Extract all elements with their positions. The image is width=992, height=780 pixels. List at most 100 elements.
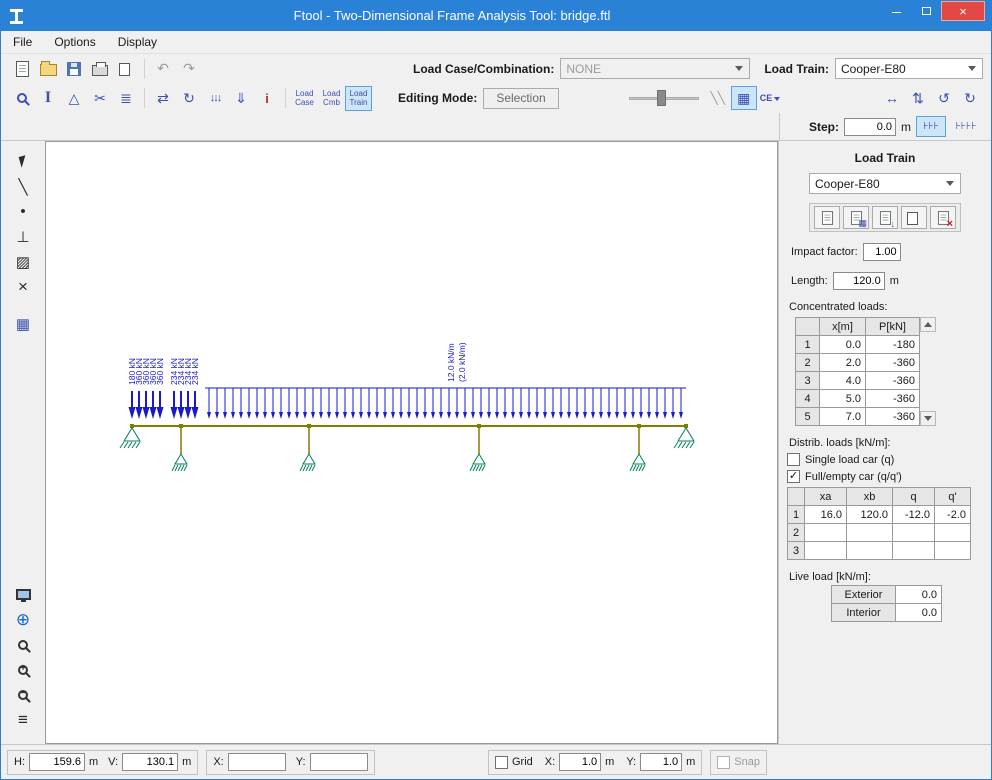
x-cell[interactable]: 7.0: [819, 407, 866, 426]
p-cell[interactable]: -360: [865, 353, 920, 372]
print-button[interactable]: [87, 57, 113, 81]
selection-mode-button[interactable]: Selection: [483, 87, 559, 109]
p-cell[interactable]: -360: [865, 389, 920, 408]
table-row[interactable]: 5 7.0 -360: [795, 407, 920, 426]
close-button[interactable]: ×: [941, 1, 985, 21]
copy-train-button[interactable]: [901, 206, 927, 229]
rotate-ccw-button[interactable]: ↺: [931, 86, 957, 110]
p-cell[interactable]: -360: [865, 407, 920, 426]
slider-thumb[interactable]: [656, 90, 666, 106]
train-select-combo[interactable]: Cooper-E80: [809, 173, 961, 194]
keyboard-input-button[interactable]: ▦: [9, 311, 37, 336]
xb-cell[interactable]: 120.0: [846, 505, 893, 524]
table-row[interactable]: Interior 0.0: [831, 603, 942, 622]
xb-cell[interactable]: [846, 523, 893, 542]
x-coord-input[interactable]: [227, 753, 286, 771]
section-properties-button[interactable]: I: [35, 86, 61, 110]
snap-checkbox[interactable]: [717, 755, 731, 769]
hinge-tool-button[interactable]: ✂: [87, 86, 113, 110]
intermediate-support[interactable]: [302, 453, 316, 465]
h-extent-input[interactable]: [29, 753, 85, 771]
load-case-mode-button[interactable]: Load Case: [291, 86, 318, 111]
linear-load-button[interactable]: ⇓: [228, 86, 254, 110]
display-options-button[interactable]: [9, 582, 37, 607]
copy-button[interactable]: [113, 57, 139, 81]
grid-x-input[interactable]: [559, 753, 602, 771]
table-row[interactable]: 1 0.0 -180: [795, 335, 920, 354]
nodal-load-button[interactable]: ⇄: [150, 86, 176, 110]
table-row[interactable]: 1 16.0 120.0 -12.0 -2.0: [787, 505, 971, 524]
intermediate-support[interactable]: [632, 453, 646, 465]
x-cell[interactable]: 5.0: [819, 389, 866, 408]
load-case-combo[interactable]: NONE: [560, 58, 751, 79]
save-button[interactable]: [61, 57, 87, 81]
rotate-cw-button[interactable]: ↻: [957, 86, 983, 110]
load-train-mode-button[interactable]: Load Train: [345, 85, 372, 111]
transform-grid-button[interactable]: ▦: [730, 86, 757, 110]
single-load-car-checkbox[interactable]: Single load car (q): [779, 453, 991, 466]
redo-button[interactable]: ↷: [176, 57, 202, 81]
zoom-in-button[interactable]: +: [9, 657, 37, 682]
table-row[interactable]: 4 5.0 -360: [795, 389, 920, 408]
menu-display[interactable]: Display: [118, 35, 157, 49]
delete-tool-button[interactable]: ×: [9, 274, 37, 299]
dimension-tool-button[interactable]: ⊥: [9, 224, 37, 249]
world-view-button[interactable]: ⊕: [9, 607, 37, 632]
p-cell[interactable]: -180: [865, 335, 920, 354]
structure-canvas[interactable]: 180 kN 360 kN 360 kN 360 kN 360 kN 234 kN 234 …: [45, 141, 778, 744]
step-mode-1-button[interactable]: ⊦⊦⊦: [916, 116, 946, 137]
xa-cell[interactable]: [804, 541, 847, 560]
grid-y-input[interactable]: [640, 753, 683, 771]
table-row[interactable]: 3: [787, 541, 971, 560]
scroll-track[interactable]: [920, 332, 936, 411]
step-mode-2-button[interactable]: ⊦⊦⊦⊦: [951, 116, 981, 137]
grid-checkbox[interactable]: [494, 755, 508, 769]
open-file-button[interactable]: [35, 57, 61, 81]
hatch-tool-button[interactable]: ▨: [9, 249, 37, 274]
load-cmb-mode-button[interactable]: Load Cmb: [318, 86, 345, 111]
scroll-mode-button[interactable]: ≡: [9, 707, 37, 732]
step-input[interactable]: [844, 117, 896, 136]
intermediate-support[interactable]: [472, 453, 486, 465]
support-tool-button[interactable]: △: [61, 86, 87, 110]
x-cell[interactable]: 4.0: [819, 371, 866, 390]
p-cell[interactable]: -360: [865, 371, 920, 390]
y-coord-input[interactable]: [309, 753, 368, 771]
table-row[interactable]: 2: [787, 523, 971, 542]
moment-load-button[interactable]: ↻: [176, 86, 202, 110]
zoom-slider[interactable]: [628, 88, 699, 108]
member-tool-button[interactable]: ╲: [9, 174, 37, 199]
x-cell[interactable]: 0.0: [819, 335, 866, 354]
scroll-down-button[interactable]: [920, 411, 936, 426]
node-tool-button[interactable]: •: [9, 199, 37, 224]
minimize-button[interactable]: [881, 1, 911, 21]
import-train-button[interactable]: ▦: [843, 206, 869, 229]
new-train-button[interactable]: [814, 206, 840, 229]
uniform-load-button[interactable]: ↓↓↓: [202, 86, 228, 110]
export-train-button[interactable]: ↓: [872, 206, 898, 229]
table-row[interactable]: 3 4.0 -360: [795, 371, 920, 390]
end-support[interactable]: [123, 427, 141, 442]
load-train-combo[interactable]: Cooper-E80: [835, 58, 983, 79]
impact-factor-input[interactable]: [862, 243, 901, 261]
xb-cell[interactable]: [846, 541, 893, 560]
menu-file[interactable]: File: [13, 35, 32, 49]
v-extent-input[interactable]: [122, 753, 179, 771]
intermediate-support[interactable]: [174, 453, 188, 465]
ce-dropdown-button[interactable]: CE: [757, 86, 784, 110]
xa-cell[interactable]: 16.0: [804, 505, 847, 524]
table-row[interactable]: 2 2.0 -360: [795, 353, 920, 372]
table-row[interactable]: Exterior 0.0: [831, 585, 942, 604]
q-cell[interactable]: -12.0: [892, 505, 935, 524]
zoom-window-button[interactable]: [9, 632, 37, 657]
delete-train-button[interactable]: ×: [930, 206, 956, 230]
q-cell[interactable]: [892, 523, 935, 542]
full-empty-car-checkbox[interactable]: ✓ Full/empty car (q/q'): [779, 470, 991, 483]
qp-cell[interactable]: [934, 523, 971, 542]
qp-cell[interactable]: -2.0: [934, 505, 971, 524]
select-tool-button[interactable]: [9, 149, 37, 174]
undo-button[interactable]: ↶: [150, 57, 176, 81]
member-props-button[interactable]: ≣: [113, 86, 139, 110]
xa-cell[interactable]: [804, 523, 847, 542]
qp-cell[interactable]: [934, 541, 971, 560]
